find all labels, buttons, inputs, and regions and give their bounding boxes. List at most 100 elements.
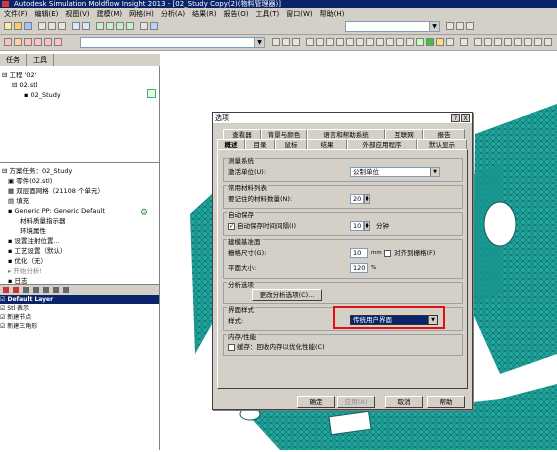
view-icon-l[interactable]: [386, 38, 394, 46]
task-item-gate[interactable]: ▪ 设置注射位置...: [2, 236, 159, 246]
materials-count-input[interactable]: 20: [350, 194, 364, 204]
tree-item-stl[interactable]: ⊟ 02.stl: [2, 80, 61, 90]
play-next-icon[interactable]: [504, 38, 512, 46]
tab-external-apps[interactable]: 外部应用程序: [347, 139, 417, 149]
autosave-checkbox[interactable]: ✓: [228, 223, 235, 230]
animate-icon[interactable]: [544, 38, 552, 46]
grid-size-input[interactable]: 10: [350, 248, 368, 258]
undo-icon[interactable]: [72, 22, 80, 30]
zoom-icon[interactable]: [126, 22, 134, 30]
analyze-icon[interactable]: [54, 38, 62, 46]
menu-analysis[interactable]: 分析(A): [161, 9, 185, 19]
dialog-help-button[interactable]: ?: [451, 114, 460, 122]
change-analysis-options-button[interactable]: 更改分析选项(C)...: [252, 289, 322, 301]
task-item-start[interactable]: ▸ 开始分析!: [2, 266, 159, 276]
layer-expand-icon[interactable]: [43, 287, 49, 293]
view-icon-m[interactable]: [396, 38, 404, 46]
tab-tools[interactable]: 工具: [27, 54, 54, 66]
menu-edit[interactable]: 编辑(E): [35, 9, 59, 19]
view-icon-q[interactable]: [436, 38, 444, 46]
tab-results[interactable]: 结果: [307, 139, 347, 149]
play-last-icon[interactable]: [514, 38, 522, 46]
view-icon-g[interactable]: [336, 38, 344, 46]
rotate-icon[interactable]: [106, 22, 114, 30]
ok-button[interactable]: 确定: [297, 396, 335, 408]
fit-icon[interactable]: [140, 22, 148, 30]
tab-language-help[interactable]: 语言和帮助系统: [307, 129, 385, 139]
plane-size-input[interactable]: 120: [350, 263, 368, 273]
tab-default-display[interactable]: 默认显示: [417, 139, 467, 149]
dialog-close-button[interactable]: X: [461, 114, 470, 122]
menu-results[interactable]: 结果(R): [192, 9, 216, 19]
task-item-process[interactable]: ▪ 工艺设置（默认）: [2, 246, 159, 256]
view-icon-b[interactable]: [282, 38, 290, 46]
tab-overview[interactable]: 概述: [217, 139, 245, 149]
tab-internet[interactable]: 互联网: [385, 129, 423, 139]
materials-count-stepper[interactable]: ▲ ▼: [364, 194, 370, 204]
view-icon-h[interactable]: [346, 38, 354, 46]
redo-icon[interactable]: [82, 22, 90, 30]
active-units-select[interactable]: 公制单位 ▼: [350, 167, 440, 177]
task-item-fill[interactable]: ▤ 填充: [2, 196, 159, 206]
menu-window[interactable]: 窗口(W): [286, 9, 312, 19]
tab-background-colors[interactable]: 背景与颜色: [261, 129, 307, 139]
tab-directories[interactable]: 目录: [245, 139, 275, 149]
layer-delete-icon[interactable]: [13, 287, 19, 293]
autosave-interval-stepper[interactable]: ▲ ▼: [364, 221, 370, 231]
cache-checkbox[interactable]: [228, 344, 235, 351]
gate-icon[interactable]: [34, 38, 42, 46]
view-icon-a[interactable]: [272, 38, 280, 46]
material-icon[interactable]: [24, 38, 32, 46]
layer-item[interactable]: ☑ Default Layer: [0, 295, 159, 304]
layer-item[interactable]: ☑ Stl 表示: [0, 304, 159, 313]
process-icon[interactable]: [44, 38, 52, 46]
view-icon-k[interactable]: [376, 38, 384, 46]
layer-activate-icon[interactable]: [23, 287, 29, 293]
view-icon-o[interactable]: [416, 38, 424, 46]
tab-tasks[interactable]: 任务: [0, 54, 27, 66]
help-button[interactable]: 帮助: [427, 396, 465, 408]
tab-viewer[interactable]: 查看器: [223, 129, 261, 139]
view-icon-p[interactable]: [426, 38, 434, 46]
paste-icon[interactable]: [58, 22, 66, 30]
play-prev-icon[interactable]: [484, 38, 492, 46]
select-icon[interactable]: [96, 22, 104, 30]
view-icon-s[interactable]: [460, 38, 468, 46]
layer-assign-icon[interactable]: [53, 287, 59, 293]
layer-clear-icon[interactable]: [63, 287, 69, 293]
stop-icon[interactable]: [524, 38, 532, 46]
task-item-part[interactable]: ▣ 零件(02.stl): [2, 176, 159, 186]
menu-report[interactable]: 报告(O): [224, 9, 249, 19]
pan-icon[interactable]: [116, 22, 124, 30]
mesh-icon[interactable]: [14, 38, 22, 46]
tool-icon-b[interactable]: [456, 22, 464, 30]
toolbar-combo[interactable]: ▼: [345, 21, 440, 32]
view-icon-j[interactable]: [366, 38, 374, 46]
menu-file[interactable]: 文件(F): [4, 9, 28, 19]
view-icon-r[interactable]: [446, 38, 454, 46]
tab-mouse[interactable]: 鼠标: [275, 139, 307, 149]
view-icon-d[interactable]: [306, 38, 314, 46]
open-icon[interactable]: [14, 22, 22, 30]
menu-modeling[interactable]: 建模(M): [97, 9, 123, 19]
task-item-quality[interactable]: 材料质量指示器: [2, 216, 159, 226]
snap-to-grid-checkbox[interactable]: [384, 250, 391, 257]
layer-item[interactable]: ☑ 新建节点: [0, 313, 159, 322]
study-icon[interactable]: [4, 38, 12, 46]
task-item-mesh[interactable]: ▦ 双层面网格（21108 个单元）: [2, 186, 159, 196]
play-icon[interactable]: [494, 38, 502, 46]
cut-icon[interactable]: [38, 22, 46, 30]
menu-view[interactable]: 视图(V): [65, 9, 89, 19]
tool-icon-c[interactable]: [466, 22, 474, 30]
layer-item[interactable]: ☑ 新建三角形: [0, 322, 159, 331]
tree-item-study[interactable]: ▪ 02_Study: [2, 90, 61, 100]
cancel-button[interactable]: 取消: [385, 396, 423, 408]
tab-reports[interactable]: 报告: [423, 129, 465, 139]
view-icon-e[interactable]: [316, 38, 324, 46]
copy-icon[interactable]: [48, 22, 56, 30]
view-icon-i[interactable]: [356, 38, 364, 46]
apply-button[interactable]: 应用(A): [337, 396, 375, 408]
menu-tools[interactable]: 工具(T): [255, 9, 279, 19]
view-icon-n[interactable]: [406, 38, 414, 46]
help-icon[interactable]: [150, 22, 158, 30]
